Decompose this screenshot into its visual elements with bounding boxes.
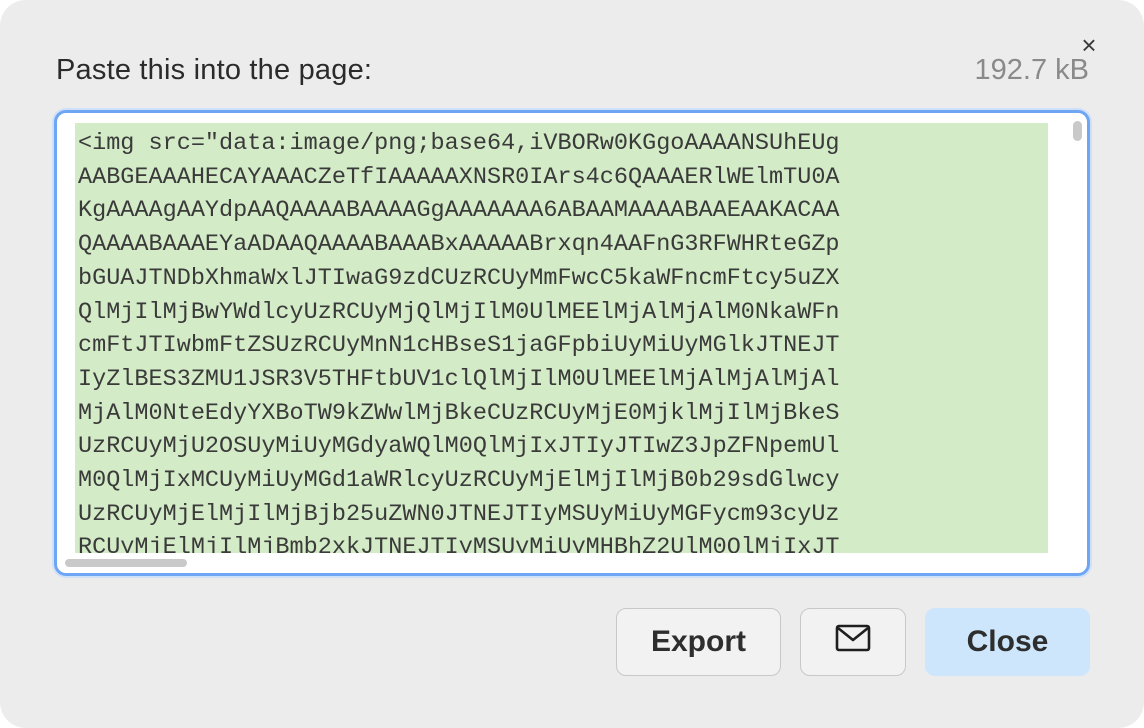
code-line: QAAAABAAAEYaADAAQAAAABAAABxAAAAABrxqn4AA… (78, 231, 840, 259)
email-button[interactable] (800, 608, 906, 676)
code-line: RCUyMjElMjIlMjBmb2xkJTNEJTIyMSUyMiUyMHBh… (78, 534, 840, 553)
export-button-label: Export (650, 625, 746, 658)
code-line: <img src="data:image/png;base64,iVBORw0K… (78, 130, 840, 157)
code-line: IyZlBES3ZMU1JSR3V5THFtbUV1clQlMjIlM0UlME… (78, 365, 840, 393)
file-size-label: 192.7 kB (974, 54, 1089, 86)
code-line: KgAAAAgAAYdpAAQAAAABAAAAGgAAAAAAA6ABAAMA… (78, 197, 840, 225)
horizontal-scrollbar[interactable] (65, 559, 187, 567)
code-line: UzRCUyMjElMjIlMjBjb25uZWN0JTNEJTIyMSUyMi… (78, 500, 840, 528)
export-button[interactable]: Export (616, 608, 781, 676)
code-line: UzRCUyMjU2OSUyMiUyMGdyaWQlM0QlMjIxJTIyJT… (78, 433, 840, 461)
envelope-icon (835, 624, 871, 660)
close-button[interactable]: Close (925, 608, 1090, 676)
close-button-label: Close (966, 625, 1049, 658)
embed-code-textarea[interactable]: <img src="data:image/png;base64,iVBORw0K… (54, 110, 1090, 576)
embed-code-text[interactable]: <img src="data:image/png;base64,iVBORw0K… (75, 123, 1048, 553)
dialog-title: Paste this into the page: (56, 54, 373, 86)
code-line: AABGEAAAHECAYAAACZeTfIAAAAAXNSR0IArs4c6Q… (78, 163, 840, 191)
code-line: bGUAJTNDbXhmaWxlJTIwaG9zdCUzRCUyMmFwcC5k… (78, 264, 840, 292)
code-line: MjAlM0NteEdyYXBoTW9kZWwlMjBkeCUzRCUyMjE0… (78, 399, 840, 427)
code-line: QlMjIlMjBwYWdlcyUzRCUyMjQlMjIlM0UlMEElMj… (78, 298, 840, 326)
export-dialog: × Paste this into the page: 192.7 kB <im… (0, 0, 1144, 728)
code-line: M0QlMjIxMCUyMiUyMGd1aWRlcyUzRCUyMjElMjIl… (78, 467, 840, 495)
vertical-scrollbar[interactable] (1073, 121, 1082, 141)
code-line: cmFtJTIwbmFtZSUzRCUyMnN1cHBseS1jaGFpbiUy… (78, 332, 840, 360)
